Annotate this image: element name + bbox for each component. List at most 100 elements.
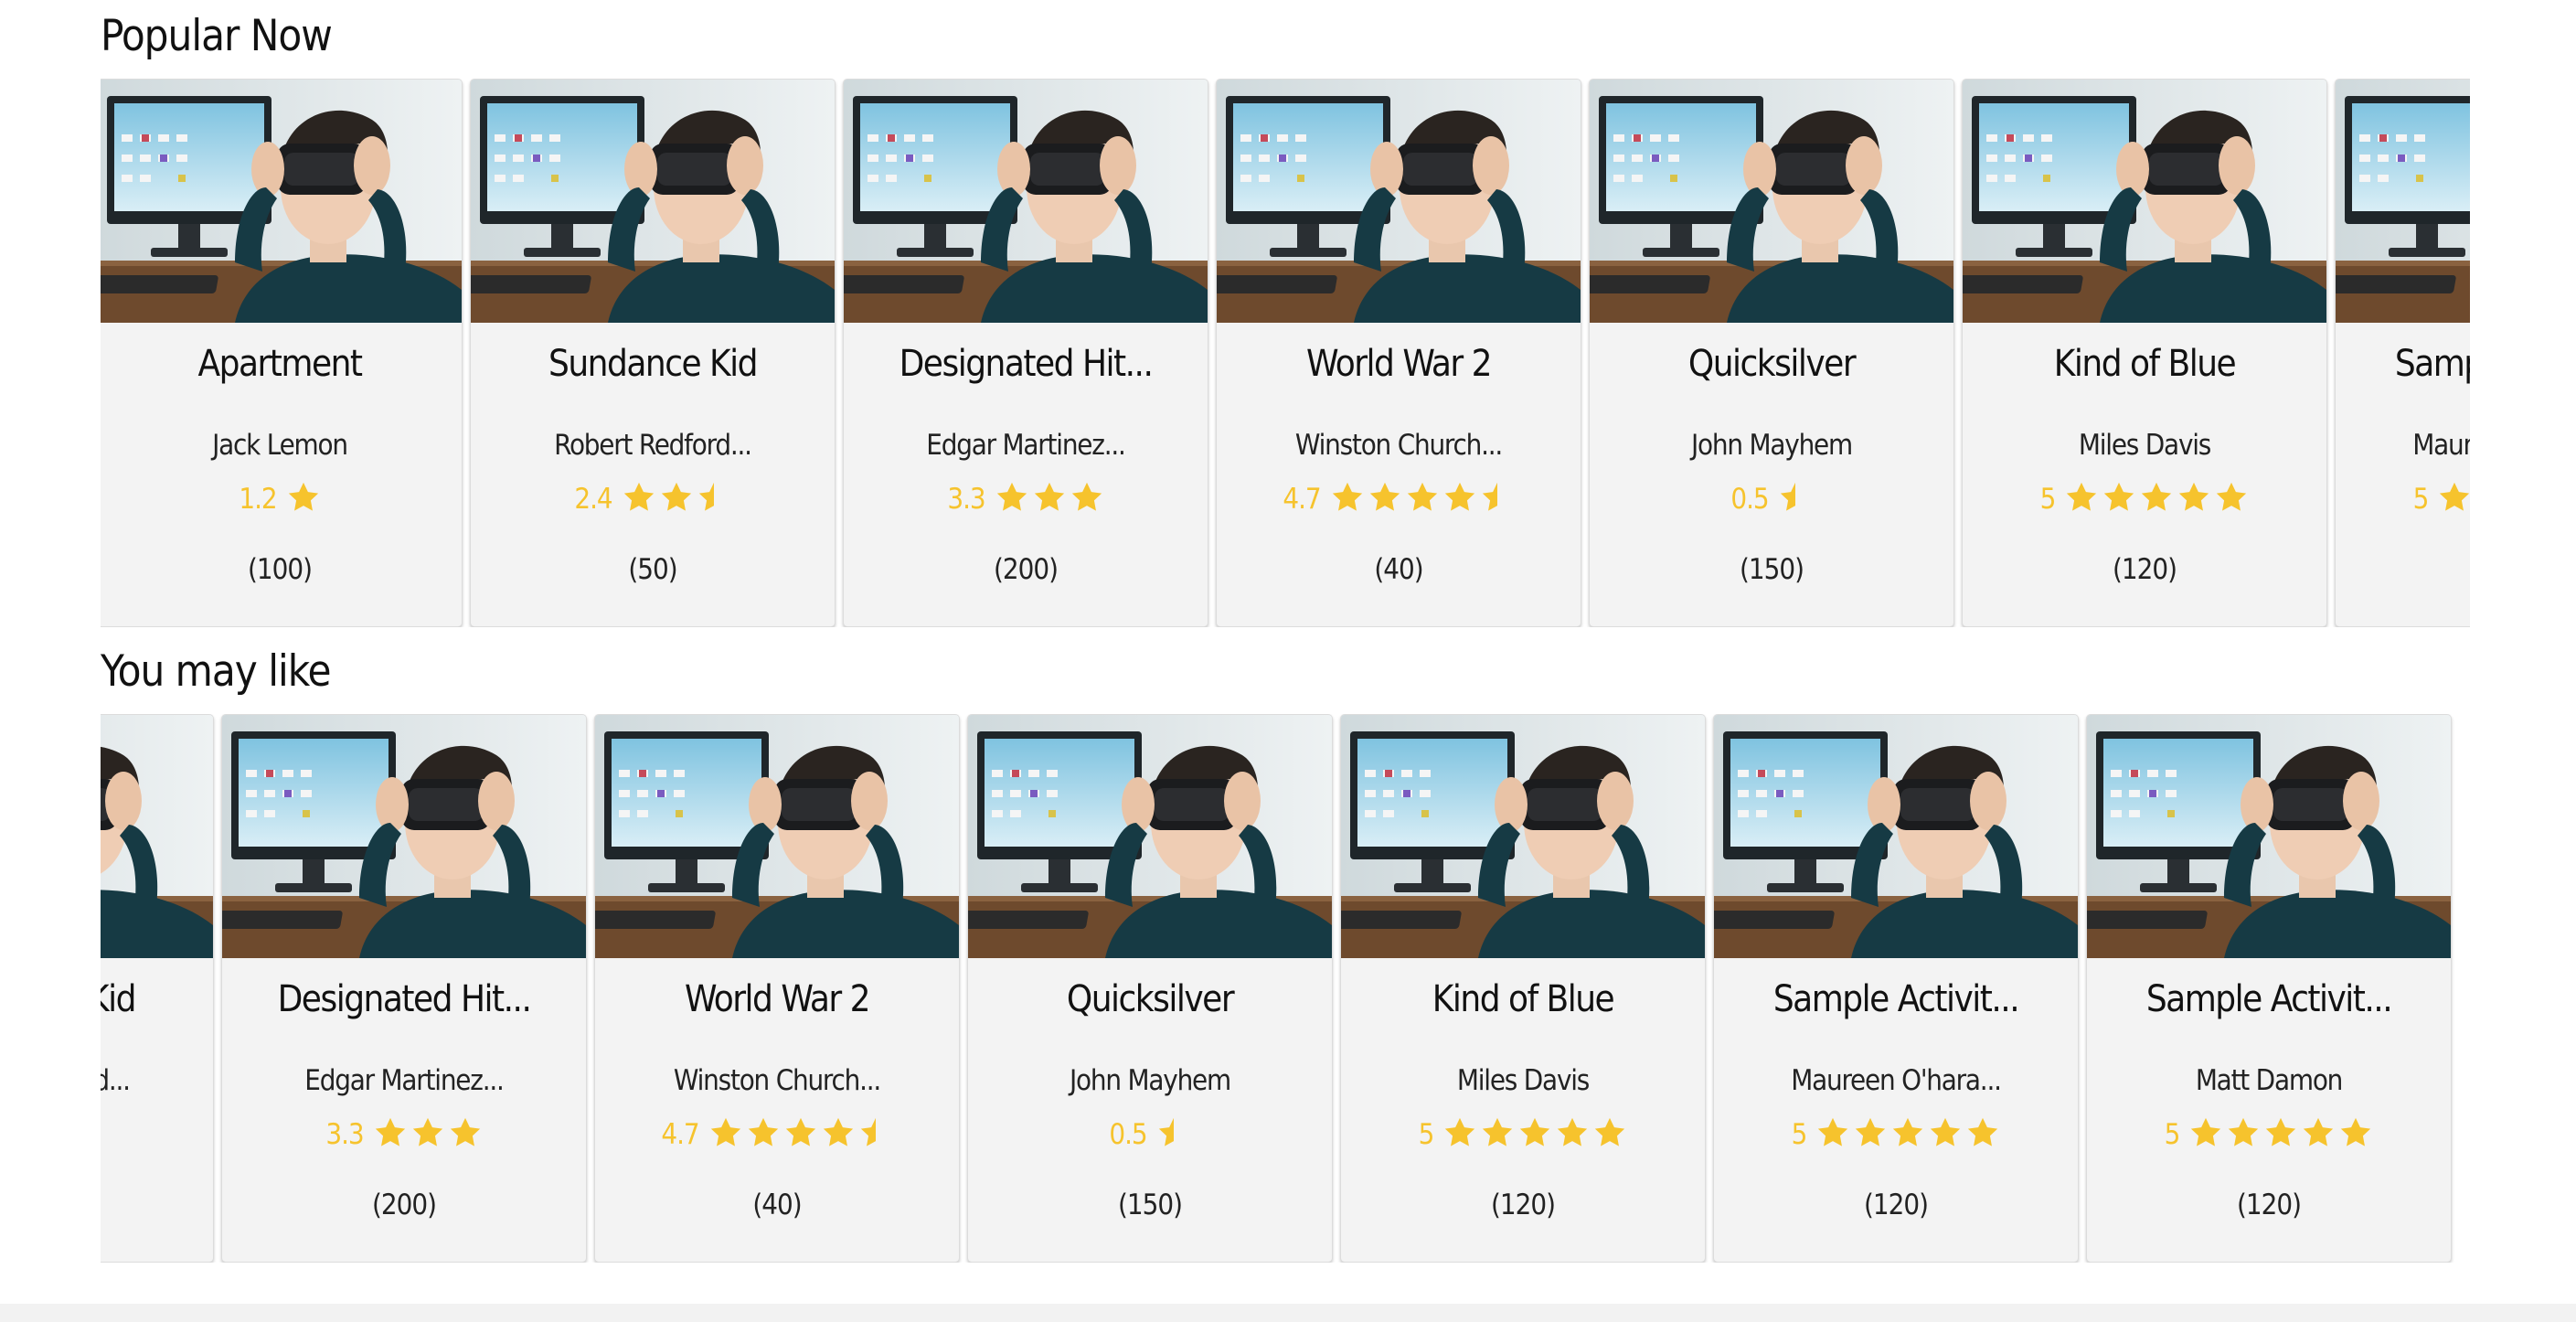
card-thumbnail-image [844,80,1208,323]
activity-card[interactable]: Quicksilver John Mayhem 0.5 (150) [967,714,1333,1263]
card-rating: 5 [1714,1114,2078,1156]
activity-card[interactable]: Sample Activit... Maureen O'hara... 5 (120… [2335,79,2470,627]
rating-value: 4.7 [1283,483,1321,516]
card-title: Quicksilver [1687,343,1857,385]
card-title: Sample Activit... [1772,978,2020,1020]
card-thumbnail-image [101,80,462,323]
card-rating: 4.7 [595,1114,959,1156]
star-icon [1517,1115,1552,1154]
card-title: World War 2 [1306,343,1493,385]
activity-card[interactable]: Designated Hit... Edgar Martinez... 3.3 (2… [221,714,587,1263]
review-count: (50) [101,1189,213,1221]
activity-card[interactable]: Sundance Kid Robert Redford... 2.4 (50) [470,79,836,627]
card-rating: 5 [1341,1114,1705,1156]
card-author: Miles Davis [2078,429,2211,462]
rating-value: 0.5 [1730,483,1769,516]
card-author: Winston Church... [1294,429,1503,462]
card-thumbnail-image [471,80,835,323]
star-icon [2188,1115,2223,1154]
rating-value: 5 [1418,1118,1435,1151]
star-rating [1330,480,1515,518]
card-rating: 4.7 [1217,478,1581,520]
card-thumbnail-image [2336,80,2470,323]
star-icon [1890,1115,1925,1154]
star-rating [622,480,731,518]
card-author: Edgar Martinez... [926,429,1126,462]
rating-value: 2.4 [574,483,612,516]
star-icon [1442,480,1477,518]
card-title: Quicksilver [1066,978,1235,1020]
star-icon [1853,1115,1888,1154]
star-icon [1480,1115,1515,1154]
card-thumbnail-image [222,715,586,958]
star-icon [783,1115,818,1154]
card-thumbnail-image [1341,715,1705,958]
star-icon [410,1115,445,1154]
star-rating [2064,480,2249,518]
activity-card[interactable]: World War 2 Winston Church... 4.7 (40) [1216,79,1581,627]
card-author: Robert Redford... [554,429,752,462]
star-icon [1032,480,1067,518]
review-count: (200) [372,1189,437,1221]
half-star-icon [1156,1115,1191,1154]
card-author: Jack Lemon [212,429,348,462]
star-rating [2437,480,2470,518]
activity-card[interactable]: World War 2 Winston Church... 4.7 (40) [594,714,960,1263]
card-rating: 3.3 [222,1114,586,1156]
review-count: (120) [2113,553,2177,586]
star-icon [2338,1115,2373,1154]
rating-value: 5 [2039,483,2057,516]
star-rating [1815,1115,2000,1154]
star-icon [1368,480,1402,518]
card-title: Designated Hit... [899,343,1154,385]
star-rating [2188,1115,2373,1154]
activity-card[interactable]: Kind of Blue Miles Davis 5 (120) [1962,79,2327,627]
rating-value: 3.3 [325,1118,364,1151]
card-rating: 0.5 [1590,478,1953,520]
card-author: Matt Damon [2195,1064,2344,1097]
card-thumbnail-image [968,715,1332,958]
star-icon [286,480,321,518]
review-count: (40) [1374,553,1423,586]
star-icon [2263,1115,2298,1154]
star-icon [373,1115,408,1154]
activity-card[interactable]: Sample Activit... Matt Damon 5 (120) [2086,714,2452,1263]
star-rating [708,1115,893,1154]
review-count: (120) [2237,1189,2302,1221]
carousel-you-may-like[interactable]: Sundance Kid Robert Redford... 2.4 (50) [101,714,2470,1263]
rating-value: 0.5 [1109,1118,1147,1151]
star-icon [1405,480,1440,518]
rating-value: 1.2 [239,483,277,516]
card-title: Kind of Blue [1432,978,1615,1020]
activity-card[interactable]: Kind of Blue Miles Davis 5 (120) [1340,714,1706,1263]
carousel-popular-now[interactable]: Apartment Jack Lemon 1.2 (100) Sundance … [101,79,2470,627]
review-count: (50) [628,553,677,586]
review-count: (120) [1864,1189,1929,1221]
review-count: (120) [2336,553,2470,586]
activity-card[interactable]: Quicksilver John Mayhem 0.5 (150) [1589,79,1954,627]
card-author: Maureen O'hara... [2412,429,2470,462]
activity-card[interactable]: Apartment Jack Lemon 1.2 (100) [101,79,463,627]
card-rating: 2.4 [471,478,835,520]
star-icon [1592,1115,1627,1154]
star-icon [659,480,694,518]
star-icon [1070,480,1104,518]
card-author: Edgar Martinez... [304,1064,505,1097]
half-star-icon [858,1115,893,1154]
star-icon [2064,480,2099,518]
rating-value: 3.3 [947,483,985,516]
activity-card[interactable]: Sundance Kid Robert Redford... 2.4 (50) [101,714,214,1263]
review-count: (100) [248,553,313,586]
review-count: (150) [1740,553,1804,586]
star-rating [1156,1115,1191,1154]
review-count: (120) [1491,1189,1556,1221]
star-rating [1442,1115,1627,1154]
card-author: John Mayhem [1691,429,1853,462]
activity-card[interactable]: Designated Hit... Edgar Martinez... 3.3 (2… [843,79,1208,627]
review-count: (200) [994,553,1059,586]
star-icon [1555,1115,1590,1154]
review-count: (150) [1118,1189,1183,1221]
star-icon [448,1115,483,1154]
half-star-icon [101,1115,110,1154]
activity-card[interactable]: Sample Activit... Maureen O'hara... 5 (120… [1713,714,2079,1263]
